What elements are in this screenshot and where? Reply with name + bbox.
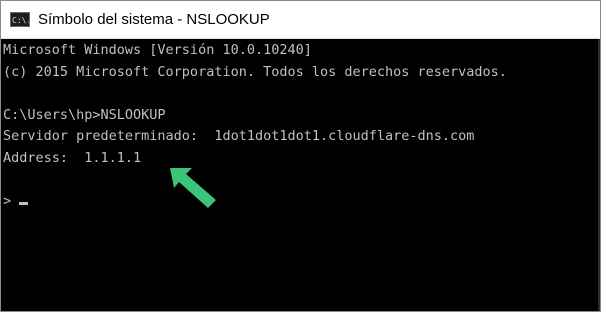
console-line: C:\Users\hp>NSLOOKUP (3, 106, 166, 123)
console-line: Microsoft Windows [Versión 10.0.10240] (3, 42, 312, 58)
arrow-shape (170, 168, 216, 208)
console-line: (c) 2015 Microsoft Corporation. Todos lo… (3, 63, 507, 80)
console-line: Servidor predeterminado: 1dot1dot1dot1.c… (3, 128, 475, 145)
console-line: Address: 1.1.1.1 (3, 149, 142, 166)
title-bar[interactable]: C:\. Símbolo del sistema - NSLOOKUP (1, 1, 600, 39)
window-title: Símbolo del sistema - NSLOOKUP (38, 11, 270, 28)
text-cursor (19, 202, 29, 206)
arrow-icon (170, 168, 216, 208)
prompt-line[interactable]: > (3, 191, 600, 213)
scrollbar-track[interactable] (598, 39, 600, 311)
command-prompt-window: C:\. Símbolo del sistema - NSLOOKUP Micr… (0, 0, 601, 312)
cmd-icon: C:\. (10, 12, 30, 27)
prompt-symbol: > (3, 193, 12, 210)
console-output[interactable]: Microsoft Windows [Versión 10.0.10240] (… (1, 39, 600, 311)
